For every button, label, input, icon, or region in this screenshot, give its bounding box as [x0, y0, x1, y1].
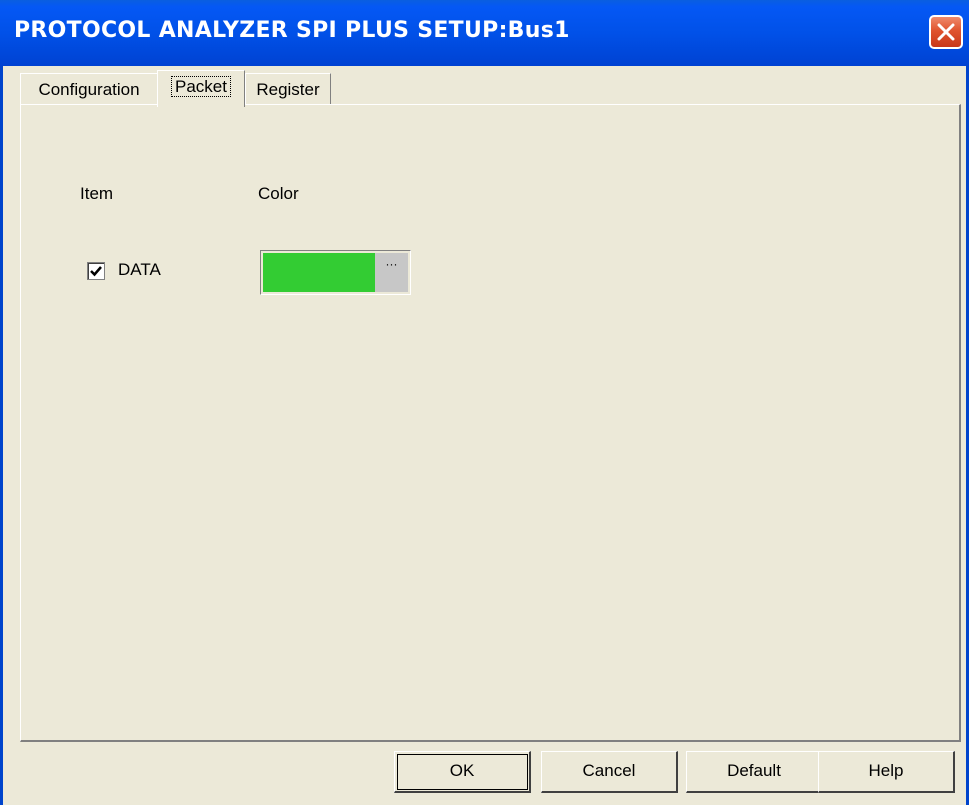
tab-packet-label: Packet [171, 76, 231, 97]
data-checkbox[interactable] [87, 262, 105, 280]
close-button[interactable] [929, 15, 963, 49]
tab-configuration-label: Configuration [38, 80, 140, 99]
packet-panel [20, 104, 961, 742]
checkmark-icon [90, 266, 102, 277]
color-browse-button[interactable]: ··· [375, 253, 408, 292]
default-button[interactable]: Default [686, 751, 823, 793]
window-title: PROTOCOL ANALYZER SPI PLUS SETUP:Bus1 [14, 18, 570, 43]
data-color-swatch[interactable] [263, 253, 375, 292]
data-color-picker: ··· [260, 250, 411, 295]
tab-packet[interactable]: Packet [157, 70, 245, 107]
close-icon [937, 23, 955, 41]
item-column-header: Item [80, 184, 114, 203]
color-column-header: Color [258, 184, 299, 203]
tab-configuration[interactable]: Configuration [20, 73, 158, 105]
title-bar: PROTOCOL ANALYZER SPI PLUS SETUP:Bus1 [0, 0, 969, 67]
cancel-button[interactable]: Cancel [541, 751, 678, 793]
tab-register[interactable]: Register [245, 73, 331, 105]
data-item-label: DATA [118, 260, 161, 279]
tab-register-label: Register [256, 80, 320, 99]
ok-button[interactable]: OK [394, 751, 531, 793]
help-button[interactable]: Help [818, 751, 955, 793]
color-browse-label: ··· [385, 257, 398, 271]
